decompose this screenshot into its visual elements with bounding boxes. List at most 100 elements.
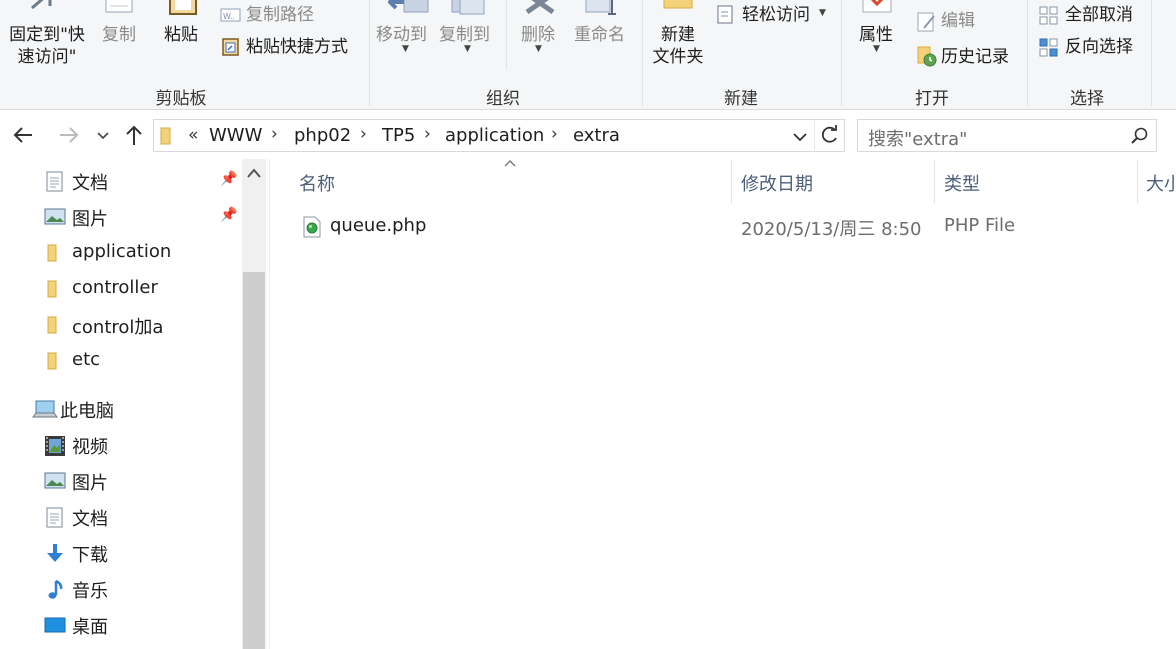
- edit-button[interactable]: 编辑: [941, 10, 975, 32]
- history-button[interactable]: 历史记录: [941, 46, 1009, 68]
- document-icon: [44, 171, 66, 192]
- nav-item-application[interactable]: application: [0, 235, 240, 269]
- document-icon: [44, 507, 66, 528]
- pin-icon[interactable]: 📌: [220, 207, 237, 223]
- nav-item-label: 图片: [72, 473, 108, 494]
- group-divider: [642, 0, 643, 106]
- chevron-down-icon: ▼: [873, 44, 880, 54]
- column-header-type[interactable]: 类型: [944, 170, 980, 196]
- nav-item-label: application: [72, 241, 172, 262]
- arrow-up-icon: [126, 125, 142, 145]
- up-button[interactable]: [123, 121, 145, 149]
- delete-button[interactable]: 删除: [521, 24, 555, 46]
- move-to-icon: [388, 0, 432, 16]
- breadcrumb-separator[interactable]: ›: [551, 124, 558, 144]
- column-divider[interactable]: [731, 160, 732, 204]
- pin-label-line1: 固定到"快: [9, 25, 85, 45]
- file-name[interactable]: queue.php: [330, 215, 426, 236]
- scrollbar-thumb[interactable]: [243, 272, 265, 649]
- breadcrumb-separator[interactable]: ›: [360, 124, 367, 144]
- easy-access-button[interactable]: 轻松访问: [742, 4, 810, 26]
- organize-group-label: 组织: [486, 89, 520, 109]
- search-input[interactable]: 搜索"extra": [868, 125, 967, 151]
- pin-to-quick-access-button[interactable]: 固定到"快 速访问": [6, 24, 88, 68]
- address-history-dropdown[interactable]: [792, 126, 808, 146]
- invert-selection-icon: [1039, 38, 1059, 58]
- address-bar[interactable]: « WWW › php02 › TP5 › application › extr…: [153, 119, 845, 152]
- column-divider[interactable]: [1137, 160, 1138, 204]
- nav-item-documents-pc[interactable]: 文档: [0, 499, 240, 533]
- refresh-button[interactable]: [814, 119, 845, 152]
- breadcrumb-php02[interactable]: php02: [294, 125, 351, 146]
- column-header-name[interactable]: 名称: [299, 170, 335, 196]
- column-header-modified[interactable]: 修改日期: [741, 170, 813, 196]
- arrow-right-icon: [60, 127, 79, 143]
- edit-icon: [916, 11, 938, 33]
- nav-item-pictures[interactable]: 图片 📌: [0, 199, 240, 233]
- select-none-icon: [1039, 6, 1059, 26]
- nav-item-videos[interactable]: 视频: [0, 427, 240, 461]
- rename-button[interactable]: 重命名: [574, 24, 625, 46]
- computer-icon: [32, 399, 58, 419]
- pin-icon: [28, 0, 56, 12]
- group-divider: [1027, 0, 1028, 106]
- nav-item-this-pc[interactable]: 此电脑: [0, 391, 240, 425]
- nav-item-label: control加a: [72, 317, 164, 338]
- new-folder-button[interactable]: 新建 文件夹: [650, 24, 706, 68]
- group-divider: [1151, 0, 1152, 106]
- move-to-button[interactable]: 移动到: [376, 24, 427, 46]
- chevron-down-icon: [793, 133, 807, 142]
- nav-item-pictures-pc[interactable]: 图片: [0, 463, 240, 497]
- back-button[interactable]: [12, 121, 34, 149]
- breadcrumb-tp5[interactable]: TP5: [382, 125, 415, 146]
- navigation-pane: 文档 📌 图片 📌 application controller control…: [0, 159, 270, 649]
- nav-item-controller[interactable]: controller: [0, 271, 240, 305]
- chevron-down-icon: ▼: [819, 8, 826, 18]
- copy-path-button[interactable]: 复制路径: [246, 4, 314, 26]
- column-divider[interactable]: [934, 160, 935, 204]
- breadcrumb-www[interactable]: WWW: [209, 125, 262, 146]
- clipboard-group-label: 剪贴板: [155, 89, 207, 109]
- search-icon: [1130, 126, 1150, 146]
- copy-to-button[interactable]: 复制到: [439, 24, 490, 46]
- search-box[interactable]: 搜索"extra": [857, 119, 1157, 152]
- breadcrumb-overflow[interactable]: «: [188, 125, 198, 145]
- column-header-size[interactable]: 大小: [1146, 170, 1176, 196]
- nav-item-etc[interactable]: etc: [0, 343, 240, 377]
- paste-shortcut-button[interactable]: 粘贴快捷方式: [246, 36, 348, 58]
- select-none-button[interactable]: 全部取消: [1065, 4, 1133, 26]
- copy-path-icon: W..: [220, 7, 242, 23]
- scroll-up-arrow-icon[interactable]: [246, 166, 262, 180]
- recent-locations-button[interactable]: [96, 121, 110, 149]
- group-divider: [841, 0, 842, 106]
- paste-button[interactable]: 粘贴: [164, 24, 198, 46]
- breadcrumb-separator[interactable]: ›: [424, 124, 431, 144]
- folder-icon: [44, 279, 66, 299]
- nav-item-label: etc: [72, 349, 101, 370]
- breadcrumb-extra[interactable]: extra: [573, 125, 620, 146]
- properties-button[interactable]: 属性: [859, 24, 893, 46]
- nav-item-downloads[interactable]: 下载: [0, 535, 240, 569]
- easy-access-icon: [716, 5, 736, 25]
- nav-item-music[interactable]: 音乐: [0, 571, 240, 605]
- invert-selection-button[interactable]: 反向选择: [1065, 36, 1133, 58]
- open-group-label: 打开: [915, 89, 949, 109]
- rename-icon: [584, 0, 624, 16]
- nav-item-documents[interactable]: 文档 📌: [0, 163, 240, 197]
- nav-item-desktop[interactable]: 桌面: [0, 607, 240, 641]
- nav-item-label: 文档: [72, 173, 108, 194]
- svg-text:W..: W..: [223, 12, 235, 21]
- paste-shortcut-icon: [221, 37, 241, 57]
- copy-button[interactable]: 复制: [102, 24, 136, 46]
- breadcrumb-separator[interactable]: ›: [271, 124, 278, 144]
- picture-icon: [44, 471, 66, 491]
- nav-item-label: 此电脑: [60, 401, 114, 422]
- forward-button[interactable]: [58, 121, 80, 149]
- breadcrumb-application[interactable]: application: [445, 125, 544, 146]
- pin-icon[interactable]: 📌: [220, 171, 237, 187]
- group-divider: [506, 0, 507, 70]
- chevron-down-icon: ▼: [535, 44, 542, 54]
- nav-item-control-a[interactable]: control加a: [0, 307, 240, 341]
- file-modified-date: 2020/5/13/周三 8:50: [741, 219, 922, 240]
- copy-icon: [102, 0, 138, 16]
